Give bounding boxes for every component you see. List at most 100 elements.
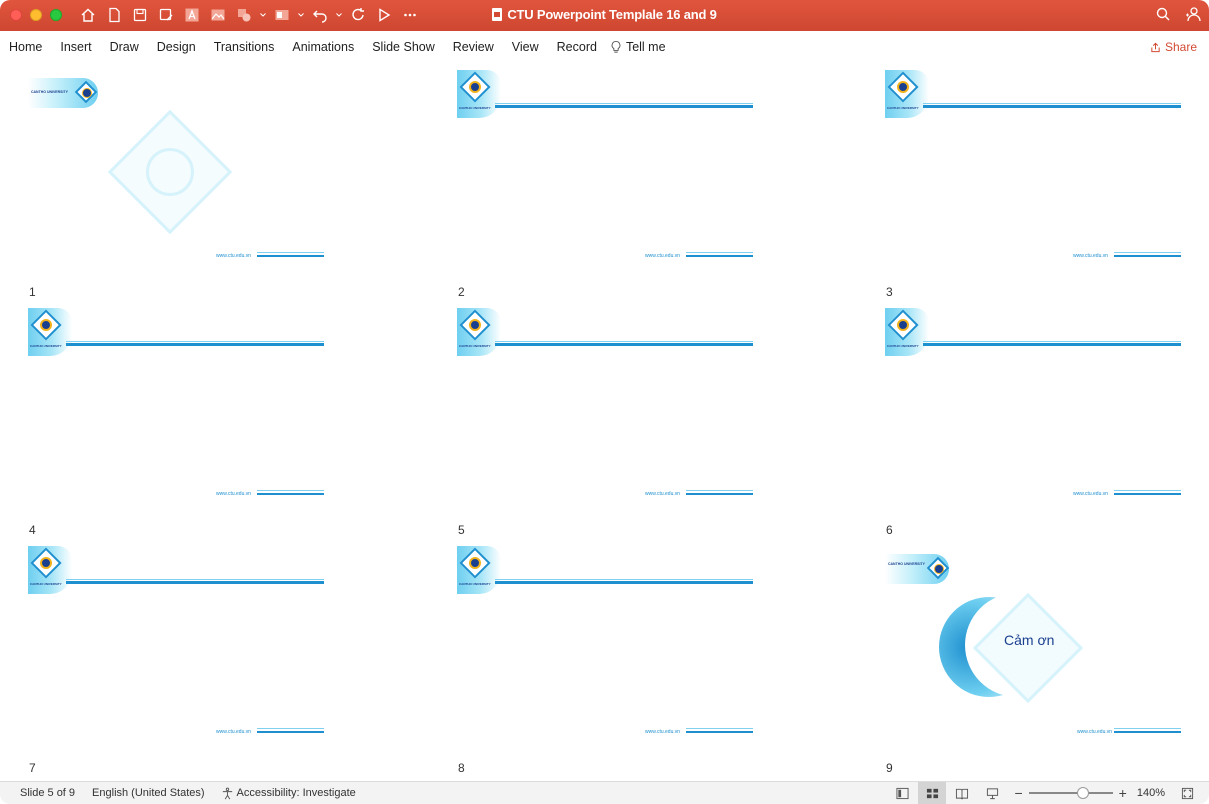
footer-line-light bbox=[686, 728, 753, 729]
header-line-light bbox=[495, 579, 753, 580]
new-file-icon[interactable] bbox=[104, 5, 124, 25]
tab-record[interactable]: Record bbox=[557, 40, 597, 54]
maximize-window-button[interactable] bbox=[50, 9, 62, 21]
title-bar: CTU Powerpoint Templale 16 and 9 bbox=[0, 0, 1209, 31]
ctu-logo-core bbox=[40, 319, 52, 331]
chevron-down-icon[interactable] bbox=[298, 5, 304, 25]
slide-number: 3 bbox=[886, 285, 893, 299]
footer-line bbox=[1114, 731, 1181, 733]
header-line-light bbox=[66, 341, 324, 342]
ctu-logo-core bbox=[934, 564, 944, 574]
slide-number: 7 bbox=[29, 761, 36, 775]
tab-home[interactable]: Home bbox=[9, 40, 42, 54]
ctu-logo-core bbox=[82, 88, 92, 98]
brand-text: CANTHO UNIVERSITY bbox=[30, 344, 62, 348]
ctu-logo-core bbox=[897, 81, 909, 93]
reading-view-icon[interactable] bbox=[954, 785, 970, 801]
redo-icon[interactable] bbox=[348, 5, 368, 25]
slide-preview: CANTHO UNIVERSITY www.ctu.edu.vn bbox=[885, 70, 1181, 266]
slide-thumbnail-7[interactable]: CANTHO UNIVERSITY www.ctu.edu.vn 7 bbox=[28, 546, 324, 775]
picture-icon[interactable] bbox=[208, 5, 228, 25]
footer-line bbox=[257, 493, 324, 495]
tab-review[interactable]: Review bbox=[453, 40, 494, 54]
slide-thumbnail-6[interactable]: CANTHO UNIVERSITY www.ctu.edu.vn 6 bbox=[885, 308, 1181, 537]
accessibility-icon bbox=[222, 787, 232, 799]
zoom-slider-handle[interactable] bbox=[1076, 787, 1089, 799]
tab-transitions[interactable]: Transitions bbox=[214, 40, 275, 54]
watermark-ring bbox=[146, 148, 194, 196]
slide-number: 1 bbox=[29, 285, 36, 299]
footer-line bbox=[686, 493, 753, 495]
header-line-light bbox=[495, 103, 753, 104]
slide-thumbnail-9[interactable]: CANTHO UNIVERSITY Cảm ơn www.ctu.edu.vn … bbox=[885, 546, 1181, 775]
shapes-icon[interactable] bbox=[234, 5, 254, 25]
header-line bbox=[923, 343, 1181, 346]
search-icon[interactable] bbox=[1155, 6, 1171, 27]
header-line-light bbox=[66, 579, 324, 580]
view-controls: − + 140% bbox=[894, 782, 1195, 804]
slide-preview: CANTHO UNIVERSITY Cảm ơn www.ctu.edu.vn bbox=[885, 546, 1181, 742]
slide-preview: CANTHO UNIVERSITY www.ctu.edu.vn bbox=[28, 308, 324, 504]
quick-access-toolbar bbox=[78, 5, 420, 25]
close-window-button[interactable] bbox=[10, 9, 22, 21]
share-button[interactable]: Share bbox=[1150, 40, 1197, 54]
header-line bbox=[66, 343, 324, 346]
brand-text: CANTHO UNIVERSITY bbox=[30, 582, 62, 586]
slide-sorter-grid: CANTHO UNIVERSITY www.ctu.edu.vn 1 CANTH… bbox=[0, 62, 1209, 780]
layout-icon[interactable] bbox=[272, 5, 292, 25]
tab-draw[interactable]: Draw bbox=[110, 40, 139, 54]
footer-url: www.ctu.edu.vn bbox=[216, 253, 252, 259]
undo-icon[interactable] bbox=[310, 5, 330, 25]
share-icon bbox=[1151, 42, 1160, 52]
titlebar-actions bbox=[1155, 6, 1201, 27]
brand-text: CANTHO UNIVERSITY bbox=[31, 90, 68, 94]
slide-sorter-icon[interactable] bbox=[918, 782, 947, 804]
accessibility-button[interactable]: Accessibility: Investigate bbox=[221, 787, 356, 800]
chevron-down-icon[interactable] bbox=[336, 5, 342, 25]
slide-number: 2 bbox=[458, 285, 465, 299]
normal-view-icon[interactable] bbox=[894, 785, 910, 801]
slide-thumbnail-4[interactable]: CANTHO UNIVERSITY www.ctu.edu.vn 4 bbox=[28, 308, 324, 537]
header-line bbox=[923, 105, 1181, 108]
home-icon[interactable] bbox=[78, 5, 98, 25]
tab-slide-show[interactable]: Slide Show bbox=[372, 40, 435, 54]
window-controls bbox=[10, 9, 62, 21]
footer-line bbox=[1114, 255, 1181, 257]
chevron-down-icon[interactable] bbox=[260, 5, 266, 25]
ribbon-tabs: Home Insert Draw Design Transitions Anim… bbox=[0, 31, 1209, 62]
slide-thumbnail-8[interactable]: CANTHO UNIVERSITY www.ctu.edu.vn 8 bbox=[457, 546, 753, 775]
powerpoint-window: CTU Powerpoint Templale 16 and 9 Home In… bbox=[0, 0, 1209, 804]
header-line-light bbox=[495, 341, 753, 342]
language-indicator[interactable]: English (United States) bbox=[92, 787, 205, 799]
lightbulb-icon bbox=[611, 40, 621, 53]
presenter-icon[interactable] bbox=[984, 785, 1000, 801]
slide-preview: CANTHO UNIVERSITY www.ctu.edu.vn bbox=[28, 546, 324, 742]
tab-animations[interactable]: Animations bbox=[292, 40, 354, 54]
footer-url: www.ctu.edu.vn bbox=[1073, 491, 1109, 497]
zoom-level[interactable]: 140% bbox=[1137, 787, 1165, 799]
slide-thumbnail-1[interactable]: CANTHO UNIVERSITY www.ctu.edu.vn 1 bbox=[28, 70, 324, 299]
save-as-icon[interactable] bbox=[156, 5, 176, 25]
tab-view[interactable]: View bbox=[512, 40, 539, 54]
footer-url: www.ctu.edu.vn bbox=[1077, 729, 1113, 735]
tell-me-search[interactable]: Tell me bbox=[610, 40, 666, 54]
zoom-out-icon[interactable]: − bbox=[1014, 786, 1022, 800]
fit-icon[interactable] bbox=[1179, 785, 1195, 801]
tab-insert[interactable]: Insert bbox=[60, 40, 91, 54]
header-line-light bbox=[923, 103, 1181, 104]
more-icon[interactable] bbox=[400, 5, 420, 25]
account-icon[interactable] bbox=[1185, 6, 1201, 27]
tab-design[interactable]: Design bbox=[157, 40, 196, 54]
minimize-window-button[interactable] bbox=[30, 9, 42, 21]
window-title-text: CTU Powerpoint Templale 16 and 9 bbox=[507, 7, 717, 22]
slide-thumbnail-3[interactable]: CANTHO UNIVERSITY www.ctu.edu.vn 3 bbox=[885, 70, 1181, 299]
zoom-slider[interactable] bbox=[1028, 787, 1113, 799]
save-icon[interactable] bbox=[130, 5, 150, 25]
ctu-logo-core bbox=[897, 319, 909, 331]
text-icon[interactable] bbox=[182, 5, 202, 25]
footer-url: www.ctu.edu.vn bbox=[645, 491, 681, 497]
slide-thumbnail-5[interactable]: CANTHO UNIVERSITY www.ctu.edu.vn 5 bbox=[457, 308, 753, 537]
play-icon[interactable] bbox=[374, 5, 394, 25]
zoom-in-icon[interactable]: + bbox=[1119, 786, 1127, 800]
slide-thumbnail-2[interactable]: CANTHO UNIVERSITY www.ctu.edu.vn 2 bbox=[457, 70, 753, 299]
